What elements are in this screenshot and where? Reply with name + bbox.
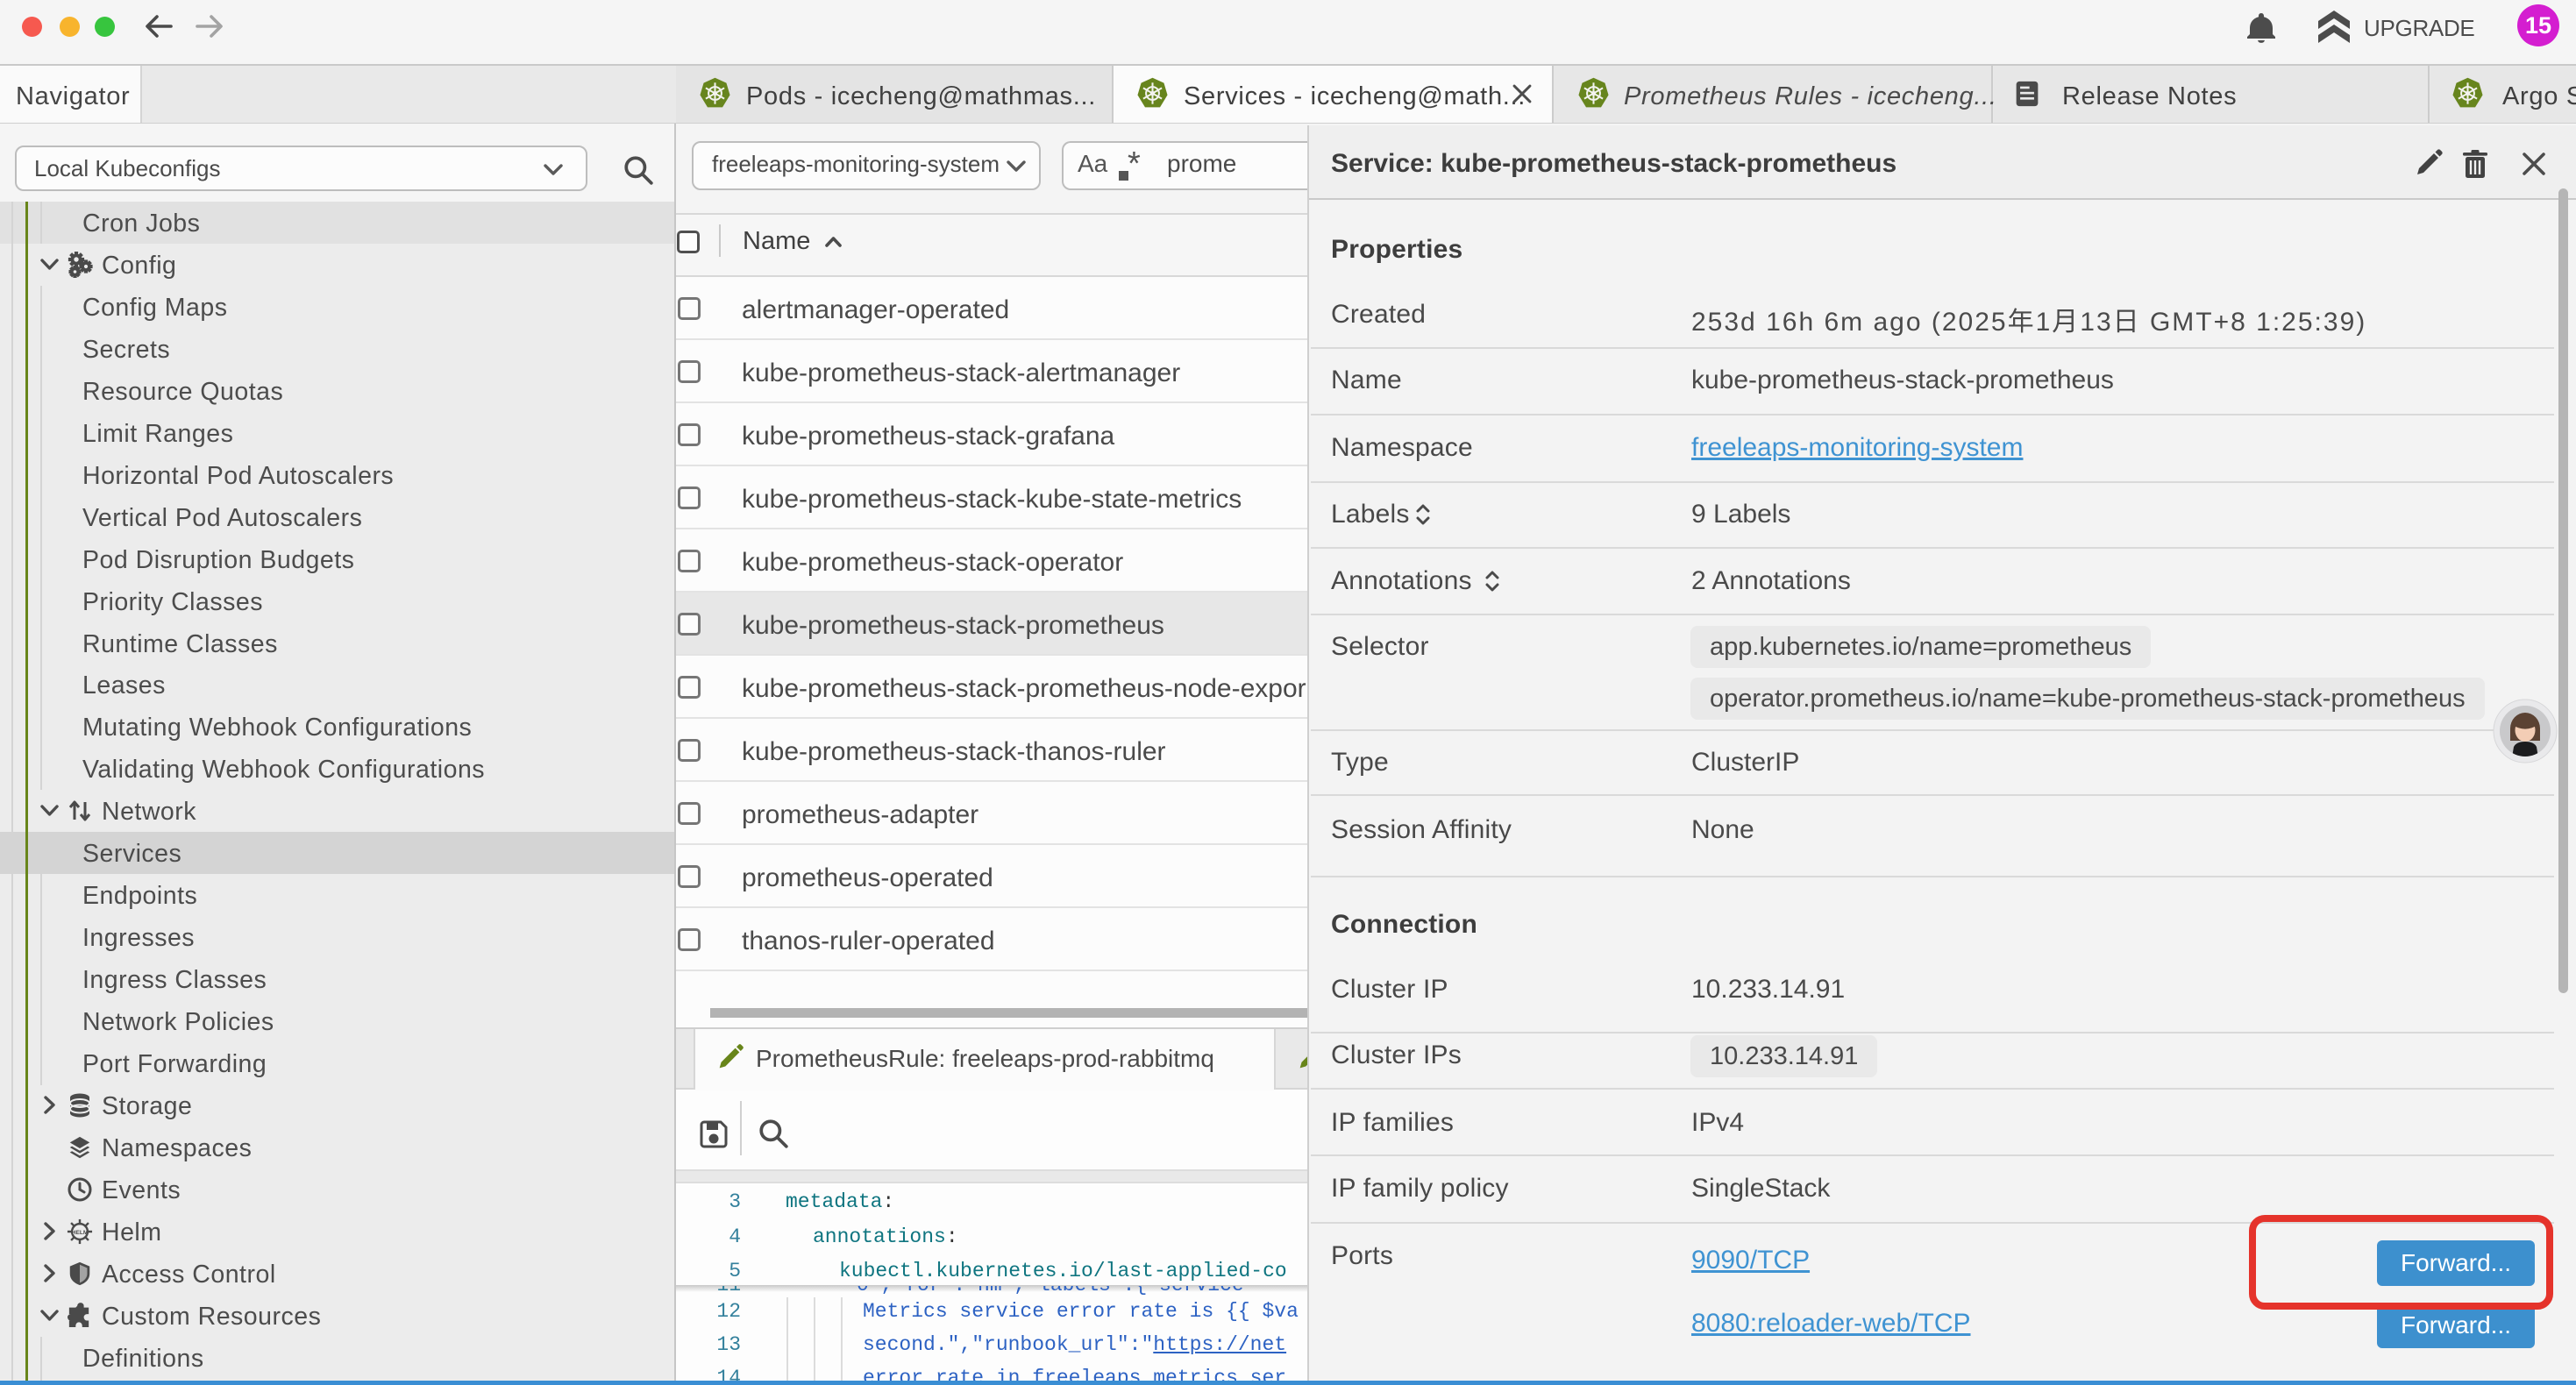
svg-text:HELM: HELM xyxy=(72,1230,89,1236)
